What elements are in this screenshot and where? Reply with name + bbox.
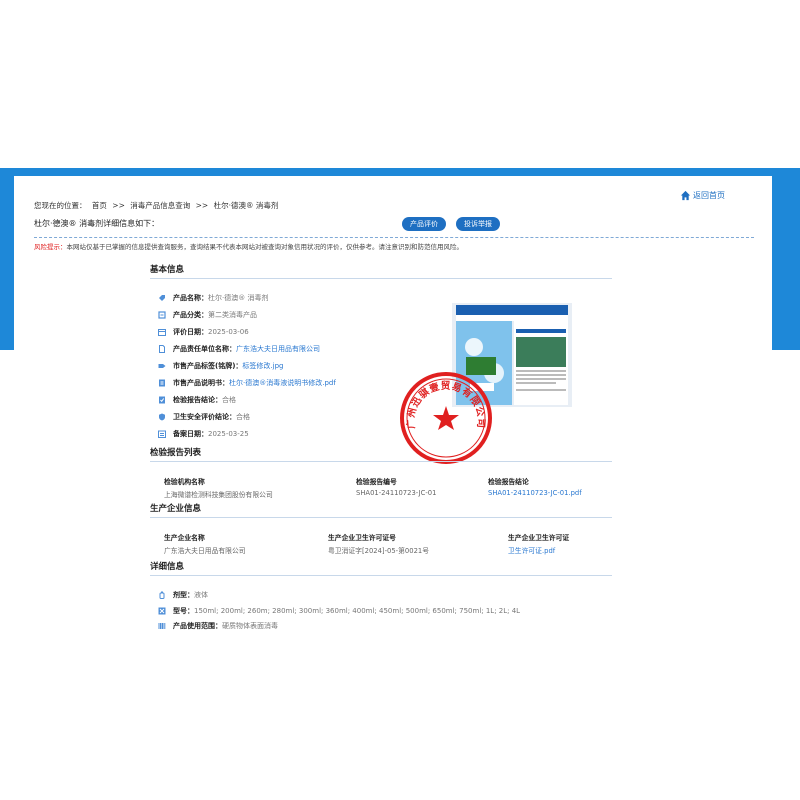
producer-license-no-column: 生产企业卫生许可证号 粤卫消证字[2024]-05-第0021号 xyxy=(328,534,430,555)
detail-row: 产品使用范围： 硬质物体表面消毒 xyxy=(158,621,278,631)
basic-info-header: 基本信息 xyxy=(150,263,612,279)
breadcrumb-separator: >> xyxy=(112,201,125,210)
document-icon xyxy=(159,345,165,353)
section-title: 详细信息 xyxy=(150,562,185,572)
bottle-icon xyxy=(159,591,165,599)
home-link-label: 返回首页 xyxy=(693,191,725,200)
info-row: 产品责任单位名称： 广东浩大夫日用品有限公司 xyxy=(158,344,320,354)
info-row: 检验报告结论： 合格 xyxy=(158,395,236,405)
info-row: 备案日期： 2025-03-25 xyxy=(158,429,249,439)
breadcrumb: 您现在的位置： 首页 >> 消毒产品信息查询 >> 杜尔·德澳® 消毒剂 xyxy=(34,200,281,211)
divider xyxy=(34,237,754,238)
risk-text: 本网站仅基于已掌握的信息提供查询服务，查询结果不代表本网站对被查询对象信用状况的… xyxy=(66,243,464,251)
report-conclusion-column: 检验报告结论 SHA01-24110723-JC-01.pdf xyxy=(488,478,582,497)
risk-label: 风险提示： xyxy=(34,243,67,251)
page-subtitle: 杜尔·德澳® 消毒剂详细信息如下： xyxy=(34,219,160,228)
breadcrumb-query[interactable]: 消毒产品信息查询 xyxy=(130,201,190,210)
evaluate-button[interactable]: 产品评价 xyxy=(402,217,446,231)
barcode-icon xyxy=(158,623,166,629)
label-file-link[interactable]: 标签修改.jpg xyxy=(242,361,283,371)
report-header: 检验报告列表 xyxy=(150,446,612,462)
category-icon xyxy=(158,311,166,319)
company-link[interactable]: 广东浩大夫日用品有限公司 xyxy=(236,344,320,354)
breadcrumb-home[interactable]: 首页 xyxy=(92,201,107,210)
info-row: 产品分类： 第二类消毒产品 xyxy=(158,310,257,320)
producer-license-column: 生产企业卫生许可证 卫生许可证.pdf xyxy=(508,534,570,555)
producer-name-column: 生产企业名称 广东浩大夫日用品有限公司 xyxy=(164,534,246,555)
section-title: 检验报告列表 xyxy=(150,448,202,458)
shield-icon xyxy=(159,413,165,421)
info-row: 产品名称： 杜尔·德澳® 消毒剂 xyxy=(158,293,268,303)
section-title: 生产企业信息 xyxy=(150,504,202,514)
detail-row: 型号： 150ml; 200ml; 260m; 280ml; 300ml; 36… xyxy=(158,606,520,616)
report-pdf-link[interactable]: SHA01-24110723-JC-01.pdf xyxy=(488,489,582,497)
info-row: 市售产品标签(铭牌)： 标签修改.jpg xyxy=(158,361,283,371)
risk-notice: 风险提示：本网站仅基于已掌握的信息提供查询服务，查询结果不代表本网站对被查询对象… xyxy=(34,241,463,251)
detail-row: 剂型： 液体 xyxy=(158,590,208,600)
complaint-button[interactable]: 投诉举报 xyxy=(456,217,500,231)
manual-file-link[interactable]: 杜尔·德澳®消毒液说明书修改.pdf xyxy=(229,378,336,388)
tag-icon xyxy=(159,295,165,301)
info-row: 卫生安全评价结论： 合格 xyxy=(158,412,250,422)
home-link[interactable]: 返回首页 xyxy=(680,190,725,201)
info-row: 市售产品说明书： 杜尔·德澳®消毒液说明书修改.pdf xyxy=(158,378,336,388)
license-pdf-link[interactable]: 卫生许可证.pdf xyxy=(508,545,569,555)
calendar-icon xyxy=(158,329,166,336)
info-row: 评价日期： 2025-03-06 xyxy=(158,327,249,337)
report-number-column: 检验报告编号 SHA01-24110723-JC-01 xyxy=(356,478,437,497)
breadcrumb-current: 杜尔·德澳® 消毒剂 xyxy=(213,201,279,210)
manual-icon xyxy=(159,379,165,387)
model-icon xyxy=(158,607,166,615)
producer-header: 生产企业信息 xyxy=(150,502,612,518)
breadcrumb-separator: >> xyxy=(195,201,209,210)
record-icon xyxy=(158,430,166,438)
report-org-column: 检验机构名称 上海微谱检测科技集团股份有限公司 xyxy=(164,478,273,499)
label-icon xyxy=(158,364,166,368)
breadcrumb-prefix: 您现在的位置： xyxy=(34,201,87,210)
section-title: 基本信息 xyxy=(150,265,185,275)
report-icon xyxy=(159,396,165,404)
detail-header: 详细信息 xyxy=(150,560,612,576)
home-icon xyxy=(680,190,691,201)
